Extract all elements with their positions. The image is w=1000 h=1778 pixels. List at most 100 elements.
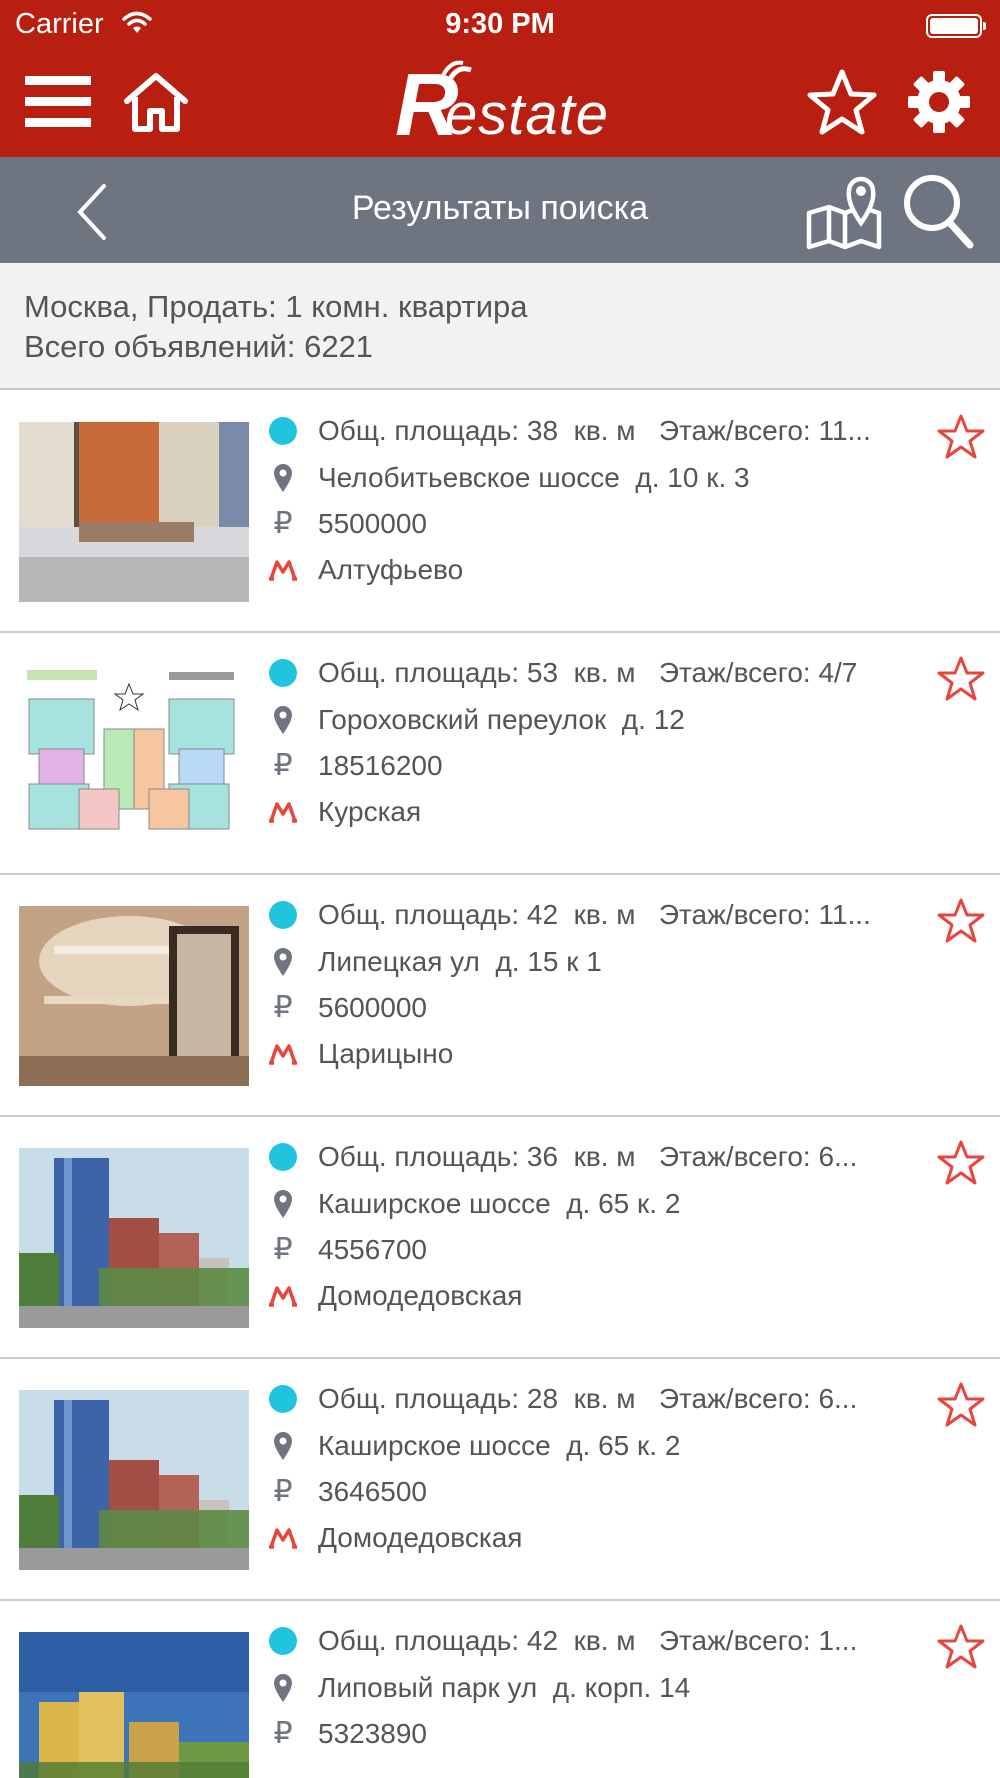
listing-item[interactable]: Общ. площадь: 36 кв. м Этаж/всего: 6... … xyxy=(0,1118,1000,1359)
listing-metro: Курская xyxy=(318,796,422,827)
favorite-star-icon[interactable] xyxy=(936,1380,986,1430)
listing-address: Липецкая ул д. 15 к 1 xyxy=(318,946,602,977)
metro-icon xyxy=(269,1286,297,1307)
building-photo xyxy=(19,1632,249,1778)
listing-info-row: Общ. площадь: 36 кв. м Этаж/всего: 6... xyxy=(268,1135,928,1179)
listing-photo xyxy=(19,1390,249,1570)
building-photo xyxy=(19,422,249,602)
listing-metro-row: Царицыно xyxy=(268,1032,928,1076)
gear-icon xyxy=(908,71,970,133)
listing-price-row: ₽ 4556700 xyxy=(268,1228,928,1272)
listing-address: Каширское шоссе д. 65 к. 2 xyxy=(318,1188,681,1219)
listing-info: Общ. площадь: 36 кв. м Этаж/всего: 6... xyxy=(318,1141,858,1172)
listing-photo xyxy=(19,422,249,602)
metro-icon xyxy=(269,802,297,823)
listing-price: 18516200 xyxy=(318,750,443,781)
listing-metro-row: Домодедовская xyxy=(268,1516,928,1560)
menu-button[interactable] xyxy=(22,66,94,138)
search-summary: Москва, Продать: 1 комн. квартира Всего … xyxy=(0,263,1000,390)
listing-info: Общ. площадь: 38 кв. м Этаж/всего: 11... xyxy=(318,415,871,446)
listing-address-row: Липецкая ул д. 15 к 1 xyxy=(268,940,928,984)
listing-item[interactable]: Общ. площадь: 38 кв. м Этаж/всего: 11...… xyxy=(0,392,1000,633)
listing-info-row: Общ. площадь: 42 кв. м Этаж/всего: 1... xyxy=(268,1619,928,1663)
listing-info: Общ. площадь: 28 кв. м Этаж/всего: 6... xyxy=(318,1383,858,1414)
listing-price: 4556700 xyxy=(318,1234,428,1265)
home-button[interactable] xyxy=(118,64,194,140)
clock: 9:30 PM xyxy=(445,8,555,40)
interior-photo xyxy=(19,906,249,1086)
battery-icon xyxy=(926,14,986,38)
metro-icon xyxy=(269,1528,297,1549)
favorite-star-icon[interactable] xyxy=(936,1622,986,1672)
location-pin-icon xyxy=(274,1190,292,1218)
status-dot-icon xyxy=(269,417,297,445)
map-view-button[interactable] xyxy=(805,167,885,253)
listing-address-row: Липовый парк ул д. корп. 14 xyxy=(268,1666,928,1710)
listing-item[interactable]: Общ. площадь: 28 кв. м Этаж/всего: 6... … xyxy=(0,1360,1000,1601)
listing-item[interactable]: Общ. площадь: 53 кв. м Этаж/всего: 4/7 Г… xyxy=(0,634,1000,875)
listing-price-row: ₽ 5600000 xyxy=(268,986,928,1030)
listing-price-row: ₽ 5500000 xyxy=(268,502,928,546)
listing-price: 5500000 xyxy=(318,508,428,539)
status-dot-icon xyxy=(269,1627,297,1655)
listing-item[interactable]: Общ. площадь: 42 кв. м Этаж/всего: 1... … xyxy=(0,1602,1000,1778)
location-pin-icon xyxy=(274,1432,292,1460)
listing-info-row: Общ. площадь: 38 кв. м Этаж/всего: 11... xyxy=(268,409,928,453)
listing-metro: Царицыно xyxy=(318,1038,454,1069)
ruble-icon: ₽ xyxy=(273,1233,293,1266)
listing-address-row: Челобитьевское шоссе д. 10 к. 3 xyxy=(268,456,928,500)
settings-button[interactable] xyxy=(900,62,978,142)
search-button[interactable] xyxy=(900,171,978,251)
listing-metro-row: Алтуфьево xyxy=(268,548,928,592)
search-query: Москва, Продать: 1 комн. квартира xyxy=(24,289,528,324)
logo-text: estate xyxy=(445,82,609,147)
listing-price-row: ₽ 5323890 xyxy=(268,1712,928,1756)
building-photo xyxy=(19,1390,249,1570)
map-pin-icon xyxy=(806,176,882,250)
ruble-icon: ₽ xyxy=(273,991,293,1024)
listing-photo xyxy=(19,1148,249,1328)
status-dot-icon xyxy=(269,659,297,687)
metro-icon xyxy=(269,1044,297,1065)
listing-photo xyxy=(19,1632,249,1778)
listing-metro-row: Курская xyxy=(268,790,928,834)
listing-metro: Домодедовская xyxy=(318,1522,523,1553)
ruble-icon: ₽ xyxy=(273,1475,293,1508)
location-pin-icon xyxy=(274,948,292,976)
listing-price: 5323890 xyxy=(318,1718,428,1749)
back-button[interactable] xyxy=(70,182,120,242)
listing-metro: Алтуфьево xyxy=(318,554,464,585)
favorite-star-icon[interactable] xyxy=(936,654,986,704)
favorite-star-icon[interactable] xyxy=(936,412,986,462)
ruble-icon: ₽ xyxy=(273,749,293,782)
listing-info-row: Общ. площадь: 53 кв. м Этаж/всего: 4/7 xyxy=(268,651,928,695)
favorite-star-icon[interactable] xyxy=(936,896,986,946)
ruble-icon: ₽ xyxy=(273,1717,293,1750)
listing-info: Общ. площадь: 53 кв. м Этаж/всего: 4/7 xyxy=(318,657,858,688)
listing-info: Общ. площадь: 42 кв. м Этаж/всего: 11... xyxy=(318,899,871,930)
location-pin-icon xyxy=(274,706,292,734)
back-chevron-icon xyxy=(77,184,106,240)
status-dot-icon xyxy=(269,901,297,929)
listing-photo xyxy=(19,906,249,1086)
app-header: R estate xyxy=(0,50,1000,157)
page-title: Результаты поиска xyxy=(351,189,649,227)
search-icon xyxy=(904,175,974,249)
listing-address: Липовый парк ул д. корп. 14 xyxy=(318,1672,691,1703)
listing-metro-row: Домодедовская xyxy=(268,1274,928,1318)
listing-item[interactable]: Общ. площадь: 42 кв. м Этаж/всего: 11...… xyxy=(0,876,1000,1117)
favorites-button[interactable] xyxy=(802,62,882,142)
home-icon xyxy=(124,73,188,132)
star-icon xyxy=(807,69,877,135)
location-pin-icon xyxy=(274,464,292,492)
listing-price-row: ₽ 18516200 xyxy=(268,744,928,788)
status-dot-icon xyxy=(269,1385,297,1413)
listing-address-row: Каширское шоссе д. 65 к. 2 xyxy=(268,1182,928,1226)
status-dot-icon xyxy=(269,1143,297,1171)
listing-price-row: ₽ 3646500 xyxy=(268,1470,928,1514)
listing-address: Челобитьевское шоссе д. 10 к. 3 xyxy=(318,462,750,493)
favorite-star-icon[interactable] xyxy=(936,1138,986,1188)
listing-address: Каширское шоссе д. 65 к. 2 xyxy=(318,1430,681,1461)
listing-metro: Домодедовская xyxy=(318,1280,523,1311)
building-photo xyxy=(19,1148,249,1328)
